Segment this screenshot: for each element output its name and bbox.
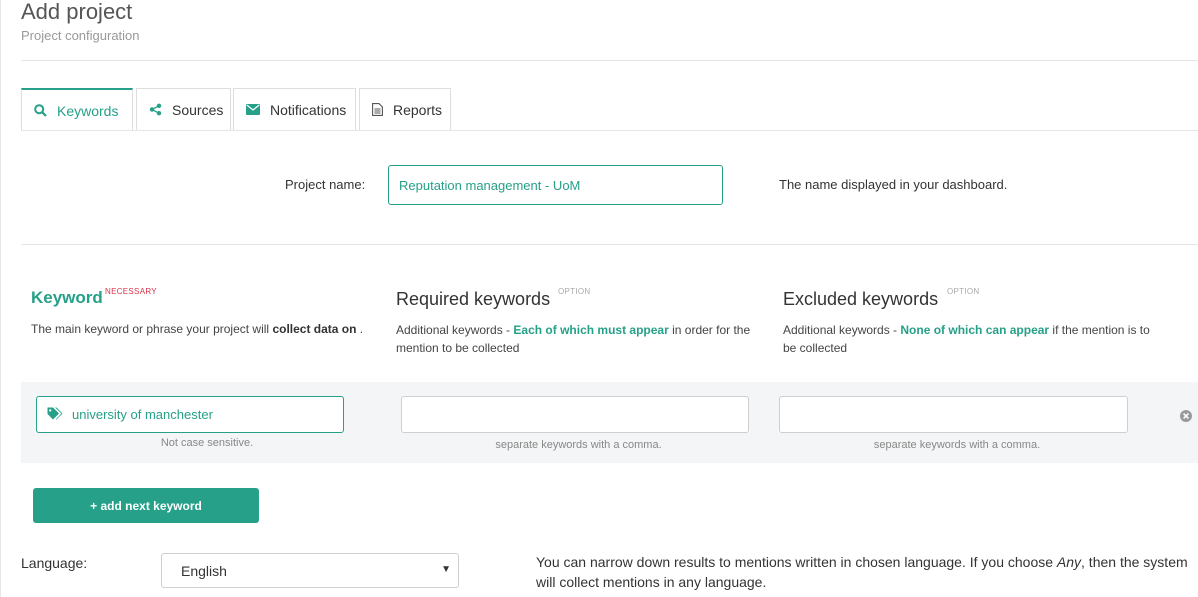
language-select[interactable]: English ▼ xyxy=(161,553,459,588)
excluded-option-badge: OPTION xyxy=(947,287,980,296)
excluded-keywords-description: Additional keywords - None of which can … xyxy=(783,323,1150,355)
document-icon xyxy=(372,103,383,116)
language-label: Language: xyxy=(21,555,88,571)
project-name-help: The name displayed in your dashboard. xyxy=(779,177,1008,192)
share-icon xyxy=(149,103,162,116)
add-next-keyword-button[interactable]: + add next keyword xyxy=(33,488,259,523)
tab-sources-label: Sources xyxy=(172,101,224,118)
project-name-value: Reputation management - UoM xyxy=(399,177,581,193)
left-border xyxy=(0,0,1,597)
keyword-heading: Keyword xyxy=(31,288,103,307)
page-title: Add project xyxy=(21,0,133,24)
language-help: You can narrow down results to mentions … xyxy=(536,554,1188,590)
tab-keywords-label: Keywords xyxy=(57,102,119,119)
main-keyword-input[interactable]: university of manchester xyxy=(36,396,344,433)
excluded-keywords-input[interactable] xyxy=(779,396,1128,433)
tab-reports[interactable]: Reports xyxy=(359,88,451,130)
excluded-keywords-hint: separate keywords with a comma. xyxy=(873,439,1041,451)
tab-keywords[interactable]: Keywords xyxy=(21,88,133,131)
search-icon xyxy=(34,104,47,117)
tab-notifications-label: Notifications xyxy=(270,101,347,118)
required-keywords-input[interactable] xyxy=(401,396,749,433)
language-selected-value: English xyxy=(181,562,227,579)
project-name-label: Project name: xyxy=(285,177,366,192)
tab-notifications[interactable]: Notifications xyxy=(233,88,356,130)
tabs-divider xyxy=(21,130,1198,131)
page-subtitle: Project configuration xyxy=(21,28,140,43)
main-keyword-value: university of manchester xyxy=(72,407,213,422)
main-keyword-hint: Not case sensitive. xyxy=(160,437,254,449)
tab-reports-label: Reports xyxy=(393,101,443,118)
excluded-keywords-heading: Excluded keywords xyxy=(783,289,939,309)
required-keywords-heading: Required keywords xyxy=(396,289,551,309)
required-option-badge: OPTION xyxy=(558,287,591,296)
remove-keyword-icon[interactable] xyxy=(1180,409,1192,422)
envelope-icon xyxy=(246,104,260,115)
section-divider xyxy=(21,244,1198,245)
caret-down-icon: ▼ xyxy=(441,564,451,575)
project-name-input[interactable]: Reputation management - UoM xyxy=(388,165,723,205)
necessary-badge: NECESSARY xyxy=(105,287,157,296)
required-keywords-hint: separate keywords with a comma. xyxy=(495,439,662,451)
tab-sources[interactable]: Sources xyxy=(136,88,231,130)
tag-icon xyxy=(47,407,63,423)
required-keywords-description: Additional keywords - Each of which must… xyxy=(396,323,751,355)
header-divider xyxy=(21,60,1198,61)
keyword-description: The main keyword or phrase your project … xyxy=(31,322,364,336)
